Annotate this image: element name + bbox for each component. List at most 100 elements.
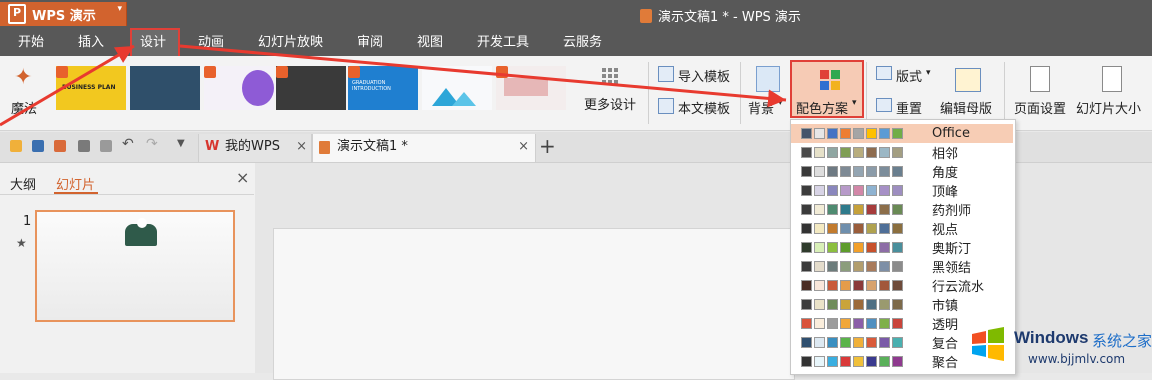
color-swatch	[892, 299, 903, 310]
color-swatches	[801, 204, 903, 215]
color-swatch	[801, 356, 812, 367]
color-scheme-option[interactable]: 行云流水	[791, 276, 1013, 295]
slide-size-button[interactable]: 幻灯片大小	[1076, 98, 1141, 117]
color-swatch	[814, 299, 825, 310]
menu-start[interactable]: 开始	[18, 30, 44, 56]
color-swatches	[801, 261, 903, 272]
tab-presentation-1[interactable]: 演示文稿1 * ×	[312, 134, 536, 162]
menu-design[interactable]: 设计	[140, 30, 166, 56]
menu-slideshow[interactable]: 幻灯片放映	[258, 30, 323, 56]
color-swatch	[892, 147, 903, 158]
color-swatch	[801, 147, 812, 158]
slide-thumbnail[interactable]	[35, 210, 235, 322]
background-button[interactable]: 背景	[748, 98, 774, 117]
color-swatch	[840, 280, 851, 291]
color-scheme-name: Office	[932, 126, 970, 141]
template-thumbnail[interactable]	[130, 66, 200, 110]
color-swatch	[801, 128, 812, 139]
chevron-down-icon: ▾	[926, 68, 931, 78]
ribbon-separator	[648, 62, 649, 124]
tab-outline[interactable]: 大纲	[10, 174, 36, 193]
new-tab-plus-icon[interactable]: +	[539, 134, 556, 158]
layout-button[interactable]: 版式	[896, 66, 922, 85]
this-template-icon	[658, 98, 674, 114]
presentation-icon	[319, 141, 330, 154]
color-swatch	[827, 299, 838, 310]
color-swatch	[892, 318, 903, 329]
template-thumbnail[interactable]	[422, 66, 492, 110]
color-swatch	[814, 223, 825, 234]
color-scheme-option[interactable]: 黑领结	[791, 257, 1013, 276]
edit-master-button[interactable]: 编辑母版	[940, 98, 992, 117]
redo-icon[interactable]: ↷	[146, 136, 158, 152]
color-swatch	[892, 166, 903, 177]
page-setup-button[interactable]: 页面设置	[1014, 98, 1066, 117]
color-swatch	[814, 242, 825, 253]
color-swatches	[801, 299, 903, 310]
color-swatch	[879, 356, 890, 367]
save-icon[interactable]	[32, 140, 44, 152]
color-scheme-name: 药剂师	[932, 204, 972, 219]
menu-developer[interactable]: 开发工具	[477, 30, 529, 56]
color-scheme-option[interactable]: 视点	[791, 219, 1013, 238]
color-swatch	[879, 147, 890, 158]
slide-editor[interactable]	[273, 228, 795, 380]
magic-button[interactable]: 魔法	[11, 98, 37, 117]
color-scheme-icon	[820, 70, 840, 90]
close-icon[interactable]: ×	[296, 134, 307, 160]
color-swatch	[866, 280, 877, 291]
hot-badge-icon	[276, 66, 288, 78]
import-template-button[interactable]: 导入模板	[678, 66, 730, 85]
hot-badge-icon	[56, 66, 68, 78]
open-folder-icon[interactable]	[10, 140, 22, 152]
export-pdf-icon[interactable]	[54, 140, 66, 152]
hot-badge-icon	[348, 66, 360, 78]
undo-icon[interactable]: ↶	[122, 136, 134, 152]
color-swatch	[866, 261, 877, 272]
menu-insert[interactable]: 插入	[78, 30, 104, 56]
layout-icon	[876, 66, 892, 80]
this-template-button[interactable]: 本文模板	[678, 98, 730, 117]
color-swatch	[866, 166, 877, 177]
color-swatch	[840, 128, 851, 139]
close-icon[interactable]: ×	[518, 134, 529, 160]
color-scheme-option[interactable]: 市镇	[791, 295, 1013, 314]
color-swatch	[892, 356, 903, 367]
color-swatch	[853, 204, 864, 215]
menu-animation[interactable]: 动画	[198, 30, 224, 56]
color-scheme-option[interactable]: 角度	[791, 162, 1013, 181]
more-designs-button[interactable]: 更多设计	[584, 94, 636, 113]
panel-divider	[0, 194, 254, 195]
color-scheme-option[interactable]: Office	[791, 124, 1013, 143]
color-swatches	[801, 337, 903, 348]
reset-button[interactable]: 重置	[896, 98, 922, 117]
wps-w-icon: W	[205, 139, 220, 154]
close-icon[interactable]: ×	[236, 168, 249, 187]
print-icon[interactable]	[78, 140, 90, 152]
tab-label: 演示文稿1 *	[337, 139, 408, 154]
color-swatch	[840, 147, 851, 158]
print-preview-icon[interactable]	[100, 140, 112, 152]
slide-size-icon	[1102, 66, 1122, 92]
tab-label: 我的WPS	[225, 139, 280, 154]
color-swatch	[814, 128, 825, 139]
color-swatch	[892, 337, 903, 348]
quick-access-dropdown-icon[interactable]: ▼	[177, 138, 185, 149]
template-title: BUSINESS PLAN	[62, 84, 116, 91]
color-scheme-option[interactable]: 奥斯汀	[791, 238, 1013, 257]
color-swatch	[892, 204, 903, 215]
wps-app-menu-button[interactable]: P WPS 演示 ▾	[0, 2, 127, 26]
menu-cloud[interactable]: 云服务	[563, 30, 602, 56]
color-scheme-option[interactable]: 顶峰	[791, 181, 1013, 200]
tab-slides[interactable]: 幻灯片	[56, 174, 95, 193]
color-swatch	[892, 280, 903, 291]
color-scheme-button[interactable]: 配色方案 ▾	[790, 60, 864, 118]
menu-view[interactable]: 视图	[417, 30, 443, 56]
color-swatch	[866, 204, 877, 215]
tab-my-wps[interactable]: W 我的WPS ×	[198, 134, 312, 162]
color-scheme-option[interactable]: 相邻	[791, 143, 1013, 162]
color-scheme-option[interactable]: 药剂师	[791, 200, 1013, 219]
slide-number: 1	[23, 214, 32, 229]
color-swatches	[801, 356, 903, 367]
menu-review[interactable]: 审阅	[357, 30, 383, 56]
